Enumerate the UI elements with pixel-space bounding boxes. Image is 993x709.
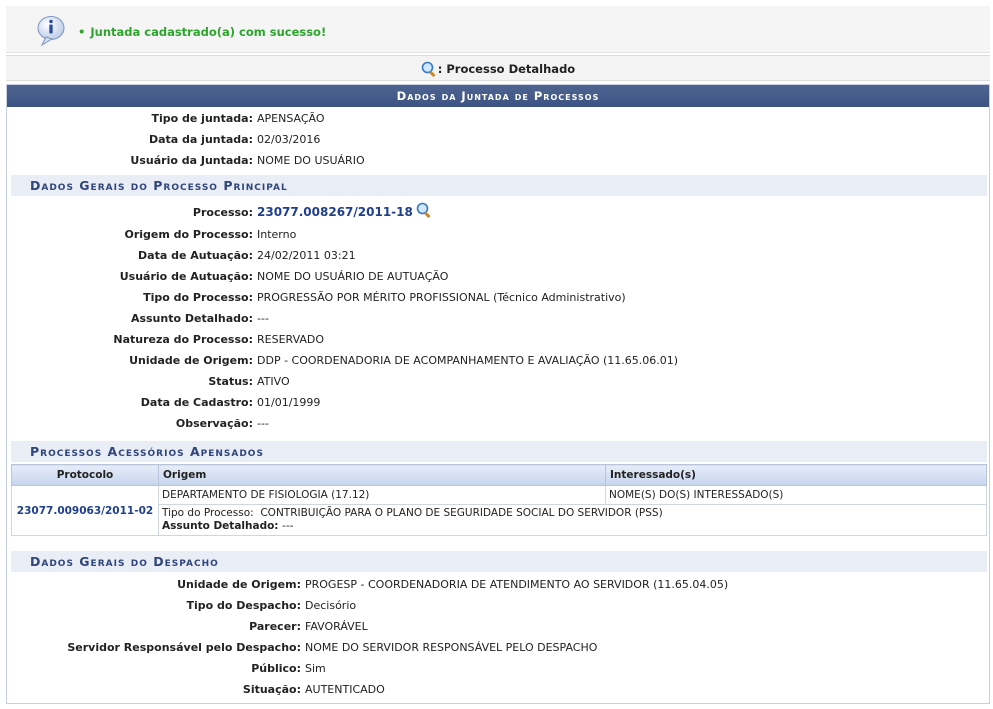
column-header-origem: Origem [158, 464, 606, 486]
field-label: Servidor Responsável pelo Despacho: [67, 641, 301, 654]
field-value: Interno [257, 228, 297, 241]
field-value: NOME DO USUÁRIO [257, 154, 365, 167]
success-message-text: Juntada cadastrado(a) com sucesso! [90, 25, 327, 39]
row-observacao: Observação: --- [7, 413, 989, 434]
processo-principal-link[interactable]: 23077.008267/2011-18 [257, 205, 413, 219]
row-tipo-processo: Tipo do Processo: PROGRESSÃO POR MÉRITO … [7, 287, 989, 308]
field-value: 02/03/2016 [257, 133, 321, 146]
field-label: Data de Cadastro: [140, 396, 253, 409]
column-header-interessados: Interessado(s) [605, 464, 987, 486]
message-bullet: • [78, 25, 86, 39]
field-label: Unidade de Origem: [129, 354, 253, 367]
row-despacho-publico: Público: Sim [7, 658, 989, 679]
field-value: APENSAÇÃO [257, 112, 325, 125]
table-row: 23077.009063/2011-02 DEPARTAMENTO DE FIS… [11, 485, 987, 536]
field-value: Decisório [305, 599, 357, 612]
column-header-protocolo: Protocolo [11, 464, 159, 486]
success-message-box: • Juntada cadastrado(a) com sucesso! [6, 6, 990, 53]
field-value: PROGESP - COORDENADORIA DE ATENDIMENTO A… [305, 578, 729, 591]
origem-cell: DEPARTAMENTO DE FISIOLOGIA (17.12) [158, 485, 606, 505]
field-value: NOME DO SERVIDOR RESPONSÁVEL PELO DESPAC… [305, 641, 598, 654]
info-icon [37, 16, 65, 47]
row-origem-processo: Origem do Processo: Interno [7, 224, 989, 245]
field-label: Tipo de juntada: [151, 112, 253, 125]
field-label: Parecer: [249, 620, 301, 633]
field-label: Tipo do Processo: [143, 291, 253, 304]
section-title-acessorios: Processos Acessórios Apensados [11, 441, 987, 462]
row-despacho-unidade: Unidade de Origem: PROGESP - COORDENADOR… [7, 574, 989, 595]
field-label: Público: [251, 662, 301, 675]
row-assunto-detalhado: Assunto Detalhado: --- [7, 308, 989, 329]
tipo-processo-label: Tipo do Processo: [162, 507, 254, 519]
row-natureza-processo: Natureza do Processo: RESERVADO [7, 329, 989, 350]
row-unidade-origem: Unidade de Origem: DDP - COORDENADORIA D… [7, 350, 989, 371]
field-label: Usuário da Juntada: [130, 154, 253, 167]
field-label: Processo: [192, 206, 253, 219]
processo-detalhado-label: : Processo Detalhado [437, 62, 576, 76]
row-data-cadastro: Data de Cadastro: 01/01/1999 [7, 392, 989, 413]
assunto-detalhado-value: --- [282, 520, 294, 532]
table-row-details: Tipo do Processo: CONTRIBUIÇÃO PARA O PL… [12, 504, 987, 536]
field-label: Data de Autuação: [138, 249, 253, 262]
row-data-juntada: Data da juntada: 02/03/2016 [7, 129, 989, 150]
tipo-processo-line: Tipo do Processo: CONTRIBUIÇÃO PARA O PL… [162, 507, 983, 520]
field-value: AUTENTICADO [305, 683, 385, 696]
field-label: Situação: [242, 683, 301, 696]
field-value: Sim [305, 662, 326, 675]
field-value: PROGRESSÃO POR MÉRITO PROFISSIONAL (Técn… [257, 291, 626, 304]
row-tipo-juntada: Tipo de juntada: APENSAÇÃO [7, 108, 989, 129]
row-usuario-juntada: Usuário da Juntada: NOME DO USUÁRIO [7, 150, 989, 171]
row-processo: Processo: 23077.008267/2011-18 [7, 202, 989, 223]
assunto-detalhado-label: Assunto Detalhado: [162, 520, 279, 532]
field-label: Status: [208, 375, 253, 388]
protocolo-link[interactable]: 23077.009063/2011-02 [17, 505, 153, 517]
field-value: --- [257, 417, 269, 430]
field-value: FAVORÁVEL [305, 620, 368, 633]
row-despacho-parecer: Parecer: FAVORÁVEL [7, 616, 989, 637]
field-value: DDP - COORDENADORIA DE ACOMPANHAMENTO E … [257, 354, 679, 367]
field-value: RESERVADO [257, 333, 325, 346]
field-value: NOME DO USUÁRIO DE AUTUAÇÃO [257, 270, 449, 283]
field-label: Usuário de Autuação: [119, 270, 253, 283]
row-data-autuacao: Data de Autuação: 24/02/2011 03:21 [7, 245, 989, 266]
row-status: Status: ATIVO [7, 371, 989, 392]
row-usuario-autuacao: Usuário de Autuação: NOME DO USUÁRIO DE … [7, 266, 989, 287]
section-title-despacho: Dados Gerais do Despacho [11, 551, 987, 572]
field-label: Data da juntada: [148, 133, 253, 146]
row-despacho-situacao: Situação: AUTENTICADO [7, 679, 989, 700]
panel-caption: Dados da Juntada de Processos [7, 85, 989, 107]
field-value: ATIVO [257, 375, 290, 388]
field-value: --- [257, 312, 269, 325]
field-label: Unidade de Origem: [177, 578, 301, 591]
field-label: Origem do Processo: [124, 228, 253, 241]
field-value: 24/02/2011 03:21 [257, 249, 356, 262]
row-despacho-tipo: Tipo do Despacho: Decisório [7, 595, 989, 616]
field-label: Assunto Detalhado: [130, 312, 253, 325]
table-header-row: Protocolo Origem Interessado(s) [11, 464, 987, 486]
field-label: Natureza do Processo: [113, 333, 253, 346]
acessorios-table: Protocolo Origem Interessado(s) 23077.00… [11, 464, 987, 536]
processo-value: 23077.008267/2011-18 [257, 202, 433, 223]
field-label: Tipo do Despacho: [186, 599, 301, 612]
detail-link-bar: : Processo Detalhado [6, 55, 990, 81]
section-title-principal: Dados Gerais do Processo Principal [11, 175, 987, 196]
magnifier-icon [421, 61, 435, 77]
protocolo-cell: 23077.009063/2011-02 [11, 485, 159, 536]
success-message: • Juntada cadastrado(a) com sucesso! [78, 25, 326, 39]
field-label: Observação: [175, 417, 253, 430]
interessados-cell: NOME(S) DO(S) INTERESSADO(S) [605, 485, 987, 505]
row-despacho-servidor: Servidor Responsável pelo Despacho: NOME… [7, 637, 989, 658]
field-value: 01/01/1999 [257, 396, 321, 409]
tipo-processo-value: CONTRIBUIÇÃO PARA O PLANO DE SEGURIDADE … [260, 507, 663, 519]
magnifier-icon[interactable] [416, 202, 433, 219]
details-cell: Tipo do Processo: CONTRIBUIÇÃO PARA O PL… [158, 504, 987, 536]
processo-detalhado-link[interactable]: : Processo Detalhado [421, 56, 575, 82]
assunto-detalhado-line: Assunto Detalhado: --- [162, 520, 983, 533]
juntada-panel: Dados da Juntada de Processos Tipo de ju… [6, 84, 990, 704]
